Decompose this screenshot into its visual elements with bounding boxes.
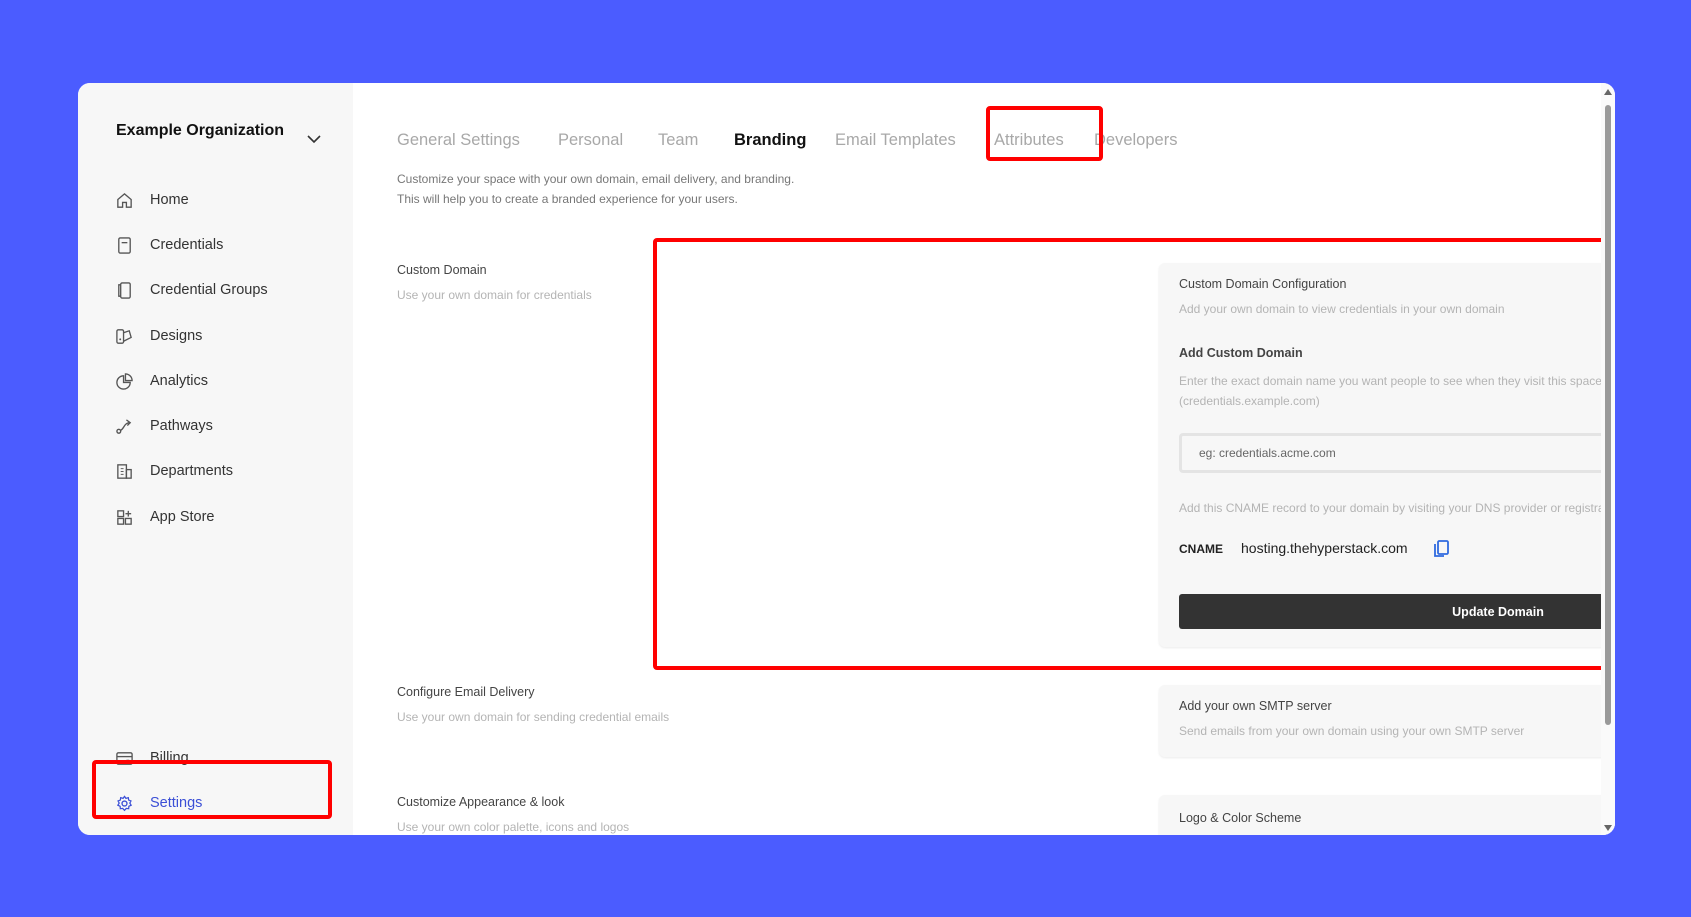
appearance-title: Customize Appearance & look	[397, 795, 565, 809]
sidebar-item-label: App Store	[150, 509, 215, 525]
smtp-card[interactable]: Add your own SMTP server Send emails fro…	[1159, 685, 1615, 757]
intro-text: Customize your space with your own domai…	[397, 169, 794, 209]
sidebar-item-designs[interactable]: Designs	[114, 320, 334, 352]
tab-general-settings[interactable]: General Settings	[397, 120, 520, 160]
document-icon	[114, 235, 134, 255]
card-title: Logo & Color Scheme	[1179, 811, 1302, 825]
scroll-up-arrow[interactable]	[1604, 89, 1612, 95]
sidebar-item-label: Home	[150, 192, 189, 208]
sidebar-item-label: Departments	[150, 463, 234, 479]
intro-line-1: Customize your space with your own domai…	[397, 172, 795, 186]
sidebar-item-label: Pathways	[150, 418, 213, 434]
pie-chart-icon	[114, 371, 134, 391]
email-delivery-desc: Use your own domain for sending credenti…	[397, 710, 670, 724]
scrollbar[interactable]	[1601, 83, 1615, 835]
tab-branding[interactable]: Branding	[734, 120, 806, 160]
sidebar-item-home[interactable]: Home	[114, 184, 334, 216]
building-icon	[114, 461, 134, 481]
email-delivery-title: Configure Email Delivery	[397, 685, 535, 699]
intro-line-2: This will help you to create a branded e…	[397, 192, 738, 206]
settings-highlight-box	[92, 760, 332, 819]
sidebar: Example Organization Home Credentials Cr…	[78, 83, 353, 835]
custom-domain-desc: Use your own domain for credentials	[397, 288, 592, 302]
chevron-down-icon[interactable]	[306, 131, 322, 147]
stack-icon	[114, 280, 134, 300]
tab-personal[interactable]: Personal	[558, 120, 623, 160]
custom-domain-highlight-box	[653, 238, 1615, 670]
tab-team[interactable]: Team	[658, 120, 698, 160]
scroll-thumb[interactable]	[1605, 105, 1611, 725]
sidebar-item-credentials[interactable]: Credentials	[114, 229, 334, 261]
sidebar-item-label: Credentials	[150, 237, 224, 253]
grid-plus-icon	[114, 507, 134, 527]
sidebar-item-app-store[interactable]: App Store	[114, 501, 334, 533]
tab-email-templates[interactable]: Email Templates	[835, 120, 956, 160]
sidebar-item-label: Credential Groups	[150, 282, 268, 298]
sidebar-item-credential-groups[interactable]: Credential Groups	[114, 274, 334, 306]
org-name: Example Organization	[116, 122, 285, 139]
sidebar-item-pathways[interactable]: Pathways	[114, 410, 334, 442]
sidebar-item-analytics[interactable]: Analytics	[114, 365, 334, 397]
sidebar-item-label: Designs	[150, 328, 203, 344]
palette-icon	[114, 326, 134, 346]
route-icon	[114, 416, 134, 436]
custom-domain-title: Custom Domain	[397, 263, 487, 277]
main-content: General Settings Personal Team Branding …	[353, 83, 1615, 835]
card-desc: Send emails from your own domain using y…	[1179, 724, 1525, 738]
scroll-down-arrow[interactable]	[1604, 825, 1612, 831]
appearance-desc: Use your own color palette, icons and lo…	[397, 820, 630, 834]
card-title: Add your own SMTP server	[1179, 699, 1332, 713]
sidebar-item-departments[interactable]: Departments	[114, 455, 334, 487]
tab-developers[interactable]: Developers	[1094, 120, 1177, 160]
app-window: Example Organization Home Credentials Cr…	[78, 83, 1615, 835]
sidebar-item-label: Analytics	[150, 373, 209, 389]
home-icon	[114, 190, 134, 210]
logo-color-card[interactable]: Logo & Color Scheme	[1159, 795, 1615, 835]
branding-highlight-box	[986, 106, 1103, 161]
